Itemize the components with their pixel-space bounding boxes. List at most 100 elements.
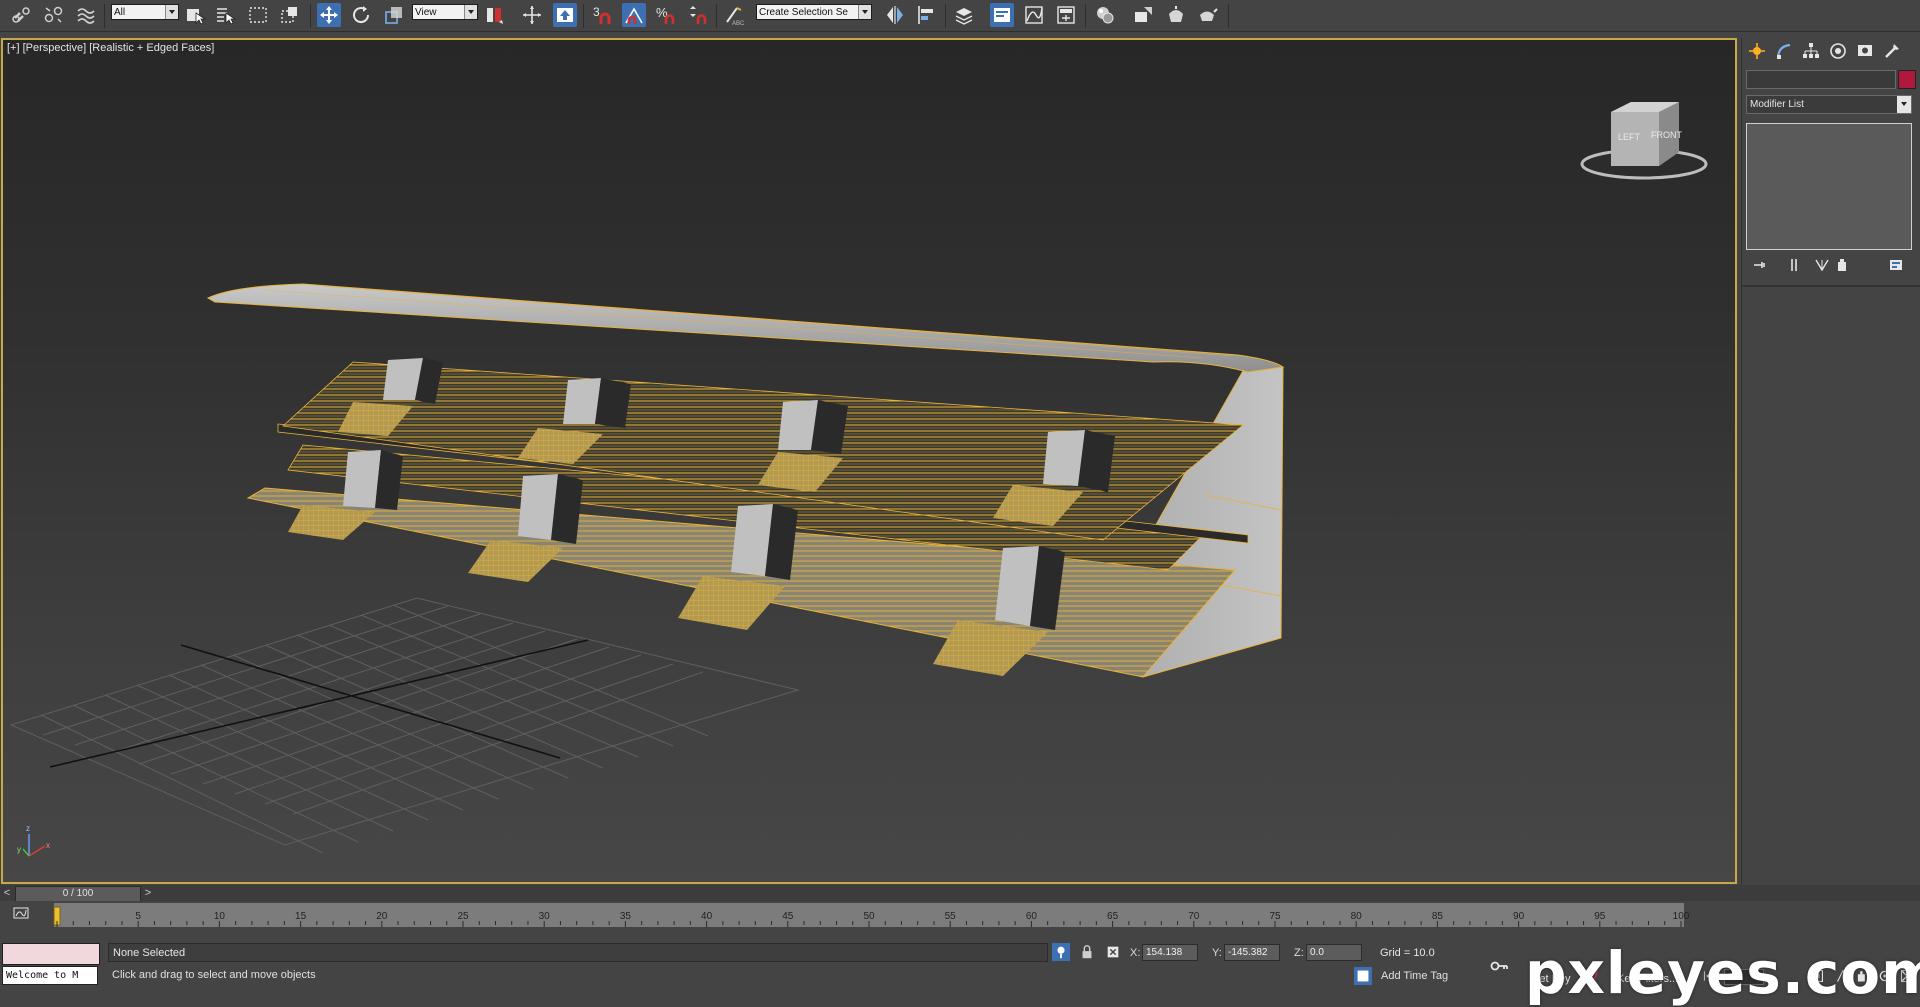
maxscript-listener-output[interactable]	[2, 943, 100, 965]
reference-coordinate-dropdown[interactable]: View	[412, 4, 478, 20]
show-end-result-icon[interactable]	[1784, 256, 1804, 274]
track-bar[interactable]: 5 10 15 20 25 30 35 40 45 50 55 60 65 70 75 80 85 90 95 100	[0, 901, 1920, 939]
remove-modifier-icon[interactable]	[1832, 256, 1852, 274]
object-color-swatch[interactable]	[1898, 70, 1916, 89]
track-tick-label: 40	[701, 911, 713, 922]
bind-to-space-warp-icon[interactable]	[74, 3, 98, 27]
track-tick-label: 10	[214, 911, 226, 922]
curve-editor-icon[interactable]	[1022, 3, 1046, 27]
command-panel-divider	[1742, 285, 1920, 287]
viewcube[interactable]: LEFT FRONT	[1580, 102, 1708, 180]
watermark-text: pxleyes.com	[1525, 939, 1920, 1007]
window-crossing-icon[interactable]	[278, 3, 302, 27]
material-editor-icon[interactable]	[1093, 3, 1117, 27]
pin-stack-icon[interactable]	[1750, 256, 1770, 274]
spinner-snap-toggle-icon[interactable]	[686, 3, 710, 27]
viewcube-front-face[interactable]: FRONT	[1651, 130, 1682, 140]
x-coordinate-field[interactable]: 154.138	[1142, 944, 1198, 961]
axis-y-label: y	[17, 845, 21, 854]
track-tick-label: 20	[376, 911, 388, 922]
create-tab-icon[interactable]	[1746, 40, 1768, 62]
axis-x-label: x	[46, 841, 50, 850]
time-slider[interactable]: < 0 / 100 >	[0, 885, 1920, 902]
prompt-line: Click and drag to select and move object…	[112, 969, 316, 981]
time-slider-next-button[interactable]: >	[141, 886, 155, 900]
mirror-icon[interactable]	[883, 3, 907, 27]
align-icon[interactable]	[914, 3, 938, 27]
y-coordinate-label: Y:	[1212, 947, 1222, 959]
time-slider-thumb[interactable]: 0 / 100	[15, 886, 141, 902]
main-toolbar: All View 3 % ABC Create Selection Se	[0, 0, 1920, 32]
scene-explorer-icon[interactable]	[990, 3, 1014, 27]
svg-text:ABC: ABC	[732, 21, 745, 26]
command-panel: Modifier List	[1741, 38, 1920, 946]
rendered-frame-window-icon[interactable]	[1164, 3, 1188, 27]
selection-lock-icon[interactable]	[1078, 943, 1096, 961]
render-setup-icon[interactable]	[1131, 3, 1155, 27]
track-tick-label: 45	[782, 911, 794, 922]
schematic-view-icon[interactable]	[1054, 3, 1078, 27]
time-tag-icon[interactable]	[1354, 967, 1372, 985]
z-coordinate-label: Z:	[1294, 947, 1304, 959]
modifier-stack[interactable]	[1746, 123, 1912, 250]
track-tick-label: 55	[945, 911, 957, 922]
perspective-viewport[interactable]: [+] [Perspective] [Realistic + Edged Fac…	[1, 38, 1737, 884]
track-tick-label: 90	[1513, 911, 1525, 922]
y-coordinate-field[interactable]: -145.382	[1224, 944, 1280, 961]
track-tick-label: 50	[863, 911, 875, 922]
named-selection-set-dropdown[interactable]: Create Selection Se	[756, 4, 872, 20]
object-name-field[interactable]	[1746, 70, 1896, 89]
modifier-list-label: Modifier List	[1750, 99, 1804, 110]
render-production-icon[interactable]	[1196, 3, 1220, 27]
manage-layers-icon[interactable]	[952, 3, 976, 27]
viewport-scene: LEFT FRONT z x y	[9, 102, 1708, 857]
snaps-toggle-label: 3	[593, 5, 600, 19]
track-tick-label: 70	[1188, 911, 1200, 922]
use-pivot-point-center-icon[interactable]	[483, 3, 507, 27]
keyboard-shortcut-override-icon[interactable]	[553, 3, 577, 27]
utilities-tab-icon[interactable]	[1881, 40, 1903, 62]
absolute-mode-transform-icon[interactable]	[1104, 943, 1122, 961]
time-slider-previous-button[interactable]: <	[0, 886, 14, 900]
percent-snap-toggle-icon[interactable]: %	[654, 3, 678, 27]
z-coordinate-field[interactable]: 0.0	[1306, 944, 1362, 961]
add-time-tag[interactable]: Add Time Tag	[1381, 970, 1448, 982]
snaps-toggle-icon[interactable]: 3	[590, 3, 614, 27]
rectangular-selection-region-icon[interactable]	[246, 3, 270, 27]
select-and-scale-icon[interactable]	[382, 3, 406, 27]
x-coordinate-label: X:	[1130, 947, 1141, 959]
named-selection-set-value: Create Selection Se	[759, 7, 848, 18]
home-grid	[9, 597, 800, 854]
viewcube-left-face[interactable]: LEFT	[1618, 132, 1641, 142]
selection-status: None Selected	[108, 943, 1048, 962]
make-unique-icon[interactable]	[1812, 256, 1832, 274]
modify-tab-icon[interactable]	[1773, 40, 1795, 62]
select-and-rotate-icon[interactable]	[349, 3, 373, 27]
configure-modifier-sets-icon[interactable]	[1886, 256, 1906, 274]
set-key-icon[interactable]	[1490, 957, 1508, 975]
select-and-manipulate-icon[interactable]	[520, 3, 544, 27]
selection-filter-dropdown[interactable]: All	[111, 4, 179, 20]
select-object-icon[interactable]	[183, 3, 207, 27]
track-tick-label: 25	[457, 911, 469, 922]
track-tick-label: 60	[1026, 911, 1038, 922]
track-tick-label: 5	[135, 911, 141, 922]
track-tick-label: 65	[1107, 911, 1119, 922]
isolate-selection-icon[interactable]	[1052, 943, 1070, 961]
display-tab-icon[interactable]	[1854, 40, 1876, 62]
hierarchy-tab-icon[interactable]	[1800, 40, 1822, 62]
axis-tripod: z x y	[17, 824, 50, 857]
edit-named-selection-icon[interactable]: ABC	[722, 3, 746, 27]
unlink-selection-icon[interactable]	[42, 3, 66, 27]
maxscript-mini-listener[interactable]: Welcome to M	[2, 966, 98, 985]
track-tick-label: 30	[539, 911, 551, 922]
modifier-list-dropdown[interactable]: Modifier List	[1746, 95, 1912, 114]
motion-tab-icon[interactable]	[1827, 40, 1849, 62]
select-and-link-icon[interactable]	[10, 3, 34, 27]
track-tick-label: 85	[1432, 911, 1444, 922]
select-by-name-icon[interactable]	[213, 3, 237, 27]
reference-coordinate-value: View	[415, 7, 437, 18]
angle-snap-toggle-icon[interactable]	[622, 3, 646, 27]
axis-z-label: z	[26, 824, 30, 833]
select-and-move-icon[interactable]	[317, 3, 341, 27]
